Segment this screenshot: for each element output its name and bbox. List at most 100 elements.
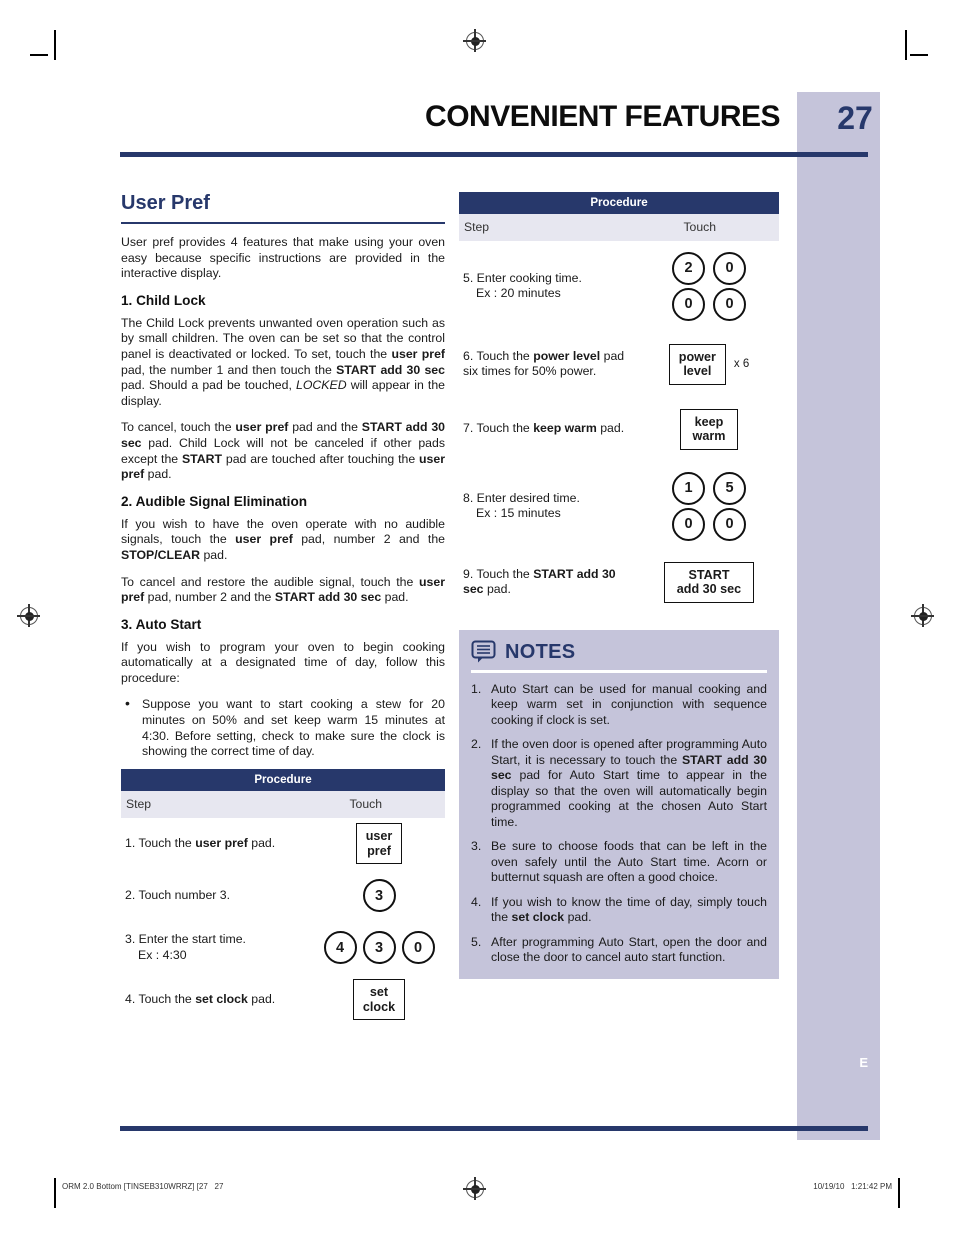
text-run: pad. bbox=[564, 910, 592, 924]
procedure-step-text: 4. Touch the set clock pad. bbox=[121, 992, 313, 1007]
procedure-table-right: Procedure Step Touch 5. Enter cooking ti… bbox=[459, 192, 779, 613]
procedure-step-text: 2. Touch number 3. bbox=[125, 888, 231, 903]
child-lock-paragraph-2: To cancel, touch the user pref pad and t… bbox=[121, 420, 445, 482]
subheading-audible-signal-elimination: 2. Audible Signal Elimination bbox=[121, 493, 308, 509]
procedure-touch-keys: 4 3 0 bbox=[313, 931, 445, 965]
key-multiplier-label: x 6 bbox=[733, 358, 750, 370]
procedure-step-text: 6. Touch the power level pad six times f… bbox=[459, 349, 639, 380]
procedure-table-title: Procedure bbox=[459, 192, 779, 214]
text-bold-run: user pref bbox=[235, 420, 289, 435]
procedure-touch-keys: 1 5 0 0 bbox=[639, 471, 779, 541]
key-line: power bbox=[678, 349, 716, 364]
step-line-2: Ex : 4:30 bbox=[138, 947, 187, 962]
crop-mark-top-left-horizontal bbox=[30, 54, 48, 56]
procedure-step-text: 7. Touch the keep warm pad. bbox=[459, 421, 639, 436]
key-group: 1 5 0 0 bbox=[672, 471, 746, 541]
key-pad-number-0[interactable]: 0 bbox=[713, 251, 746, 285]
header-divider-rule bbox=[120, 152, 868, 157]
table-row: 5. Enter cooking time. Ex : 20 minutes 2… bbox=[459, 241, 779, 331]
page-title: CONVENIENT FEATURES bbox=[425, 100, 780, 133]
procedure-table-title: Procedure bbox=[121, 768, 445, 791]
key-pad-number-0[interactable]: 0 bbox=[672, 287, 705, 321]
text-bold-run: user pref bbox=[195, 836, 248, 851]
text-run: pad. Should a pad be touched, bbox=[121, 378, 297, 393]
key-pad-user-pref[interactable]: user pref bbox=[355, 823, 403, 865]
text-run: Be sure to choose foods that can be left… bbox=[491, 839, 767, 884]
table-row: 3. Enter the start time. Ex : 4:30 4 3 0 bbox=[121, 922, 445, 974]
notes-divider-rule bbox=[471, 670, 767, 673]
column-header-step: Step bbox=[464, 220, 490, 234]
key-pad-number-0[interactable]: 0 bbox=[713, 287, 746, 321]
procedure-step-text: 3. Enter the start time. Ex : 4:30 bbox=[121, 932, 313, 963]
procedure-table-column-headers: Step Touch bbox=[121, 790, 445, 818]
text-run: pad. bbox=[247, 836, 276, 851]
step-line-2: Ex : 20 minutes bbox=[476, 286, 561, 300]
procedure-step-text: 1. Touch the user pref pad. bbox=[121, 836, 313, 851]
notes-panel: NOTES Auto Start can be used for manual … bbox=[459, 630, 779, 979]
section-title-rule bbox=[121, 222, 445, 224]
crop-mark-top-right-vertical bbox=[905, 30, 907, 60]
table-row: 9. Touch the START add 30 sec pad. START… bbox=[459, 551, 779, 613]
key-pad-number-3[interactable]: 3 bbox=[362, 931, 396, 965]
footer-divider-rule bbox=[120, 1126, 868, 1131]
crop-mark-bottom-left-vertical bbox=[54, 1178, 56, 1208]
list-item: Be sure to choose foods that can be left… bbox=[471, 839, 767, 886]
key-pad-number-4[interactable]: 4 bbox=[323, 931, 357, 965]
key-pad-start-add-30-sec[interactable]: START add 30 sec bbox=[663, 561, 755, 603]
left-column: User Pref User pref provides 4 features … bbox=[121, 192, 445, 1026]
procedure-touch-keys: keep warm bbox=[639, 408, 779, 450]
key-line: pref bbox=[367, 843, 391, 858]
page-sidebar-band: E bbox=[797, 92, 880, 1140]
page-number: 27 bbox=[837, 100, 873, 136]
key-pad-power-level[interactable]: power level bbox=[668, 343, 726, 385]
step-line-1: 5. Enter cooking time. bbox=[463, 270, 582, 285]
text-run: 7. Touch the bbox=[463, 421, 534, 436]
key-pad-number-0[interactable]: 0 bbox=[713, 507, 746, 541]
right-column: Procedure Step Touch 5. Enter cooking ti… bbox=[459, 192, 779, 979]
subheading-child-lock: 1. Child Lock bbox=[121, 292, 206, 308]
key-pad-number-1[interactable]: 1 bbox=[672, 471, 705, 505]
text-run: 6. Touch the bbox=[463, 348, 534, 363]
column-header-touch: Touch bbox=[683, 220, 716, 234]
list-item: Suppose you want to start cooking a stew… bbox=[121, 696, 445, 759]
footer-timestamp: 10/19/10 1:21:42 PM bbox=[813, 1182, 892, 1191]
text-bold-run: keep warm bbox=[533, 421, 597, 436]
column-header-touch: Touch bbox=[349, 796, 382, 811]
key-line: add 30 sec bbox=[676, 582, 742, 596]
procedure-table-column-headers: Step Touch bbox=[459, 214, 779, 241]
key-pad-number-0[interactable]: 0 bbox=[401, 931, 435, 965]
table-row: 6. Touch the power level pad six times f… bbox=[459, 331, 779, 397]
text-run: 9. Touch the bbox=[463, 566, 534, 581]
procedure-touch-keys: set clock bbox=[313, 979, 445, 1021]
key-pad-number-5[interactable]: 5 bbox=[713, 471, 746, 505]
text-run: After programming Auto Start, open the d… bbox=[491, 934, 767, 965]
key-group: 2 0 0 0 bbox=[672, 251, 746, 321]
key-line: user bbox=[365, 829, 393, 844]
key-pad-set-clock[interactable]: set clock bbox=[352, 979, 406, 1021]
auto-start-paragraph-1: If you wish to program your oven to begi… bbox=[121, 639, 445, 685]
notes-list: Auto Start can be used for manual cookin… bbox=[471, 682, 767, 966]
footer-file-info: ORM 2.0 Bottom [TINSEB310WRRZ] [27 27 bbox=[62, 1182, 224, 1191]
sidebar-language-letter: E bbox=[859, 1055, 868, 1070]
key-line: START bbox=[688, 567, 730, 582]
procedure-touch-keys: 2 0 0 0 bbox=[639, 251, 779, 321]
key-pad-number-2[interactable]: 2 bbox=[672, 251, 705, 285]
registration-mark-left bbox=[17, 604, 40, 627]
text-run: pad, number 2 and the bbox=[292, 532, 446, 547]
list-item: If the oven door is opened after program… bbox=[471, 737, 767, 830]
text-bold-run: START bbox=[181, 451, 223, 466]
auto-start-bullet-list: Suppose you want to start cooking a stew… bbox=[121, 696, 445, 759]
text-bold-run: set clock bbox=[195, 992, 248, 1007]
text-run: pad. bbox=[247, 992, 276, 1007]
table-row: 2. Touch number 3. 3 bbox=[121, 870, 445, 922]
notes-bubble-icon-svg bbox=[471, 640, 496, 663]
key-line: set bbox=[369, 985, 389, 1000]
key-pad-number-3[interactable]: 3 bbox=[362, 879, 396, 913]
table-row: 4. Touch the set clock pad. set clock bbox=[121, 974, 445, 1026]
text-bold-run: user pref bbox=[391, 346, 446, 361]
text-run: pad. bbox=[381, 590, 409, 605]
key-pad-keep-warm[interactable]: keep warm bbox=[679, 408, 739, 450]
text-run: pad. bbox=[144, 467, 172, 482]
key-pad-number-0[interactable]: 0 bbox=[672, 507, 705, 541]
procedure-step-text: 9. Touch the START add 30 sec pad. bbox=[459, 567, 639, 598]
